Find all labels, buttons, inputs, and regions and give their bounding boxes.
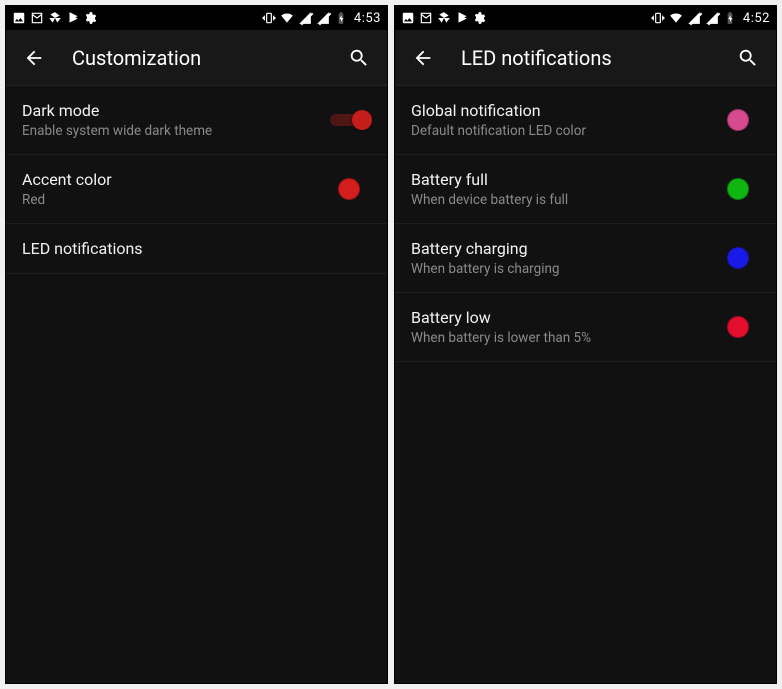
- clock: 4:53: [354, 11, 381, 26]
- switch-thumb: [352, 110, 372, 130]
- row-title: Accent color: [22, 170, 327, 189]
- vibrate-icon: [262, 11, 276, 25]
- row-dark-mode[interactable]: Dark mode Enable system wide dark theme: [6, 86, 387, 155]
- led-color-dot: [727, 247, 749, 269]
- back-button[interactable]: [14, 38, 54, 78]
- pinwheel-icon: [437, 11, 451, 25]
- play-store-icon: [66, 11, 80, 25]
- no-signal-2-icon: [705, 11, 719, 25]
- row-subtitle: When device battery is full: [411, 192, 716, 208]
- no-signal-1-icon: [687, 11, 701, 25]
- led-color-dot: [727, 178, 749, 200]
- row-accent-color[interactable]: Accent color Red: [6, 155, 387, 224]
- pinwheel-icon: [48, 11, 62, 25]
- screen-led-notifications: 4:52 LED notifications Global notificati…: [394, 5, 777, 684]
- no-signal-2-icon: [316, 11, 330, 25]
- screen-customization: 4:53 Customization Dark mode Enable syst…: [5, 5, 388, 684]
- gmail-icon: [30, 11, 44, 25]
- row-title: Battery charging: [411, 239, 716, 258]
- row-subtitle: When battery is charging: [411, 261, 716, 277]
- settings-list: Global notification Default notification…: [395, 86, 776, 683]
- row-subtitle: Enable system wide dark theme: [22, 123, 327, 139]
- status-bar: 4:53: [6, 6, 387, 30]
- row-battery-low[interactable]: Battery low When battery is lower than 5…: [395, 293, 776, 362]
- settings-list: Dark mode Enable system wide dark theme …: [6, 86, 387, 683]
- wifi-icon: [280, 11, 294, 25]
- page-title: LED notifications: [461, 46, 710, 70]
- no-signal-1-icon: [298, 11, 312, 25]
- row-led-notifications[interactable]: LED notifications: [6, 224, 387, 274]
- vibrate-icon: [651, 11, 665, 25]
- led-color-dot: [727, 316, 749, 338]
- action-bar: LED notifications: [395, 30, 776, 86]
- row-title: Global notification: [411, 101, 716, 120]
- wifi-icon: [669, 11, 683, 25]
- row-title: Battery full: [411, 170, 716, 189]
- row-subtitle: Default notification LED color: [411, 123, 716, 139]
- row-title: LED notifications: [22, 239, 371, 258]
- picture-icon: [12, 11, 26, 25]
- gmail-icon: [419, 11, 433, 25]
- row-subtitle: Red: [22, 192, 327, 208]
- search-button[interactable]: [339, 38, 379, 78]
- back-button[interactable]: [403, 38, 443, 78]
- battery-charging-icon: [723, 11, 737, 25]
- settings-small-icon: [473, 11, 487, 25]
- search-button[interactable]: [728, 38, 768, 78]
- clock: 4:52: [743, 11, 770, 26]
- dark-mode-switch[interactable]: [330, 110, 368, 130]
- row-subtitle: When battery is lower than 5%: [411, 330, 716, 346]
- row-title: Battery low: [411, 308, 716, 327]
- page-title: Customization: [72, 46, 321, 70]
- action-bar: Customization: [6, 30, 387, 86]
- accent-color-dot: [338, 178, 360, 200]
- row-battery-charging[interactable]: Battery charging When battery is chargin…: [395, 224, 776, 293]
- canvas: 4:53 Customization Dark mode Enable syst…: [0, 0, 782, 689]
- status-bar: 4:52: [395, 6, 776, 30]
- play-store-icon: [455, 11, 469, 25]
- settings-small-icon: [84, 11, 98, 25]
- row-global-notification[interactable]: Global notification Default notification…: [395, 86, 776, 155]
- picture-icon: [401, 11, 415, 25]
- battery-charging-icon: [334, 11, 348, 25]
- led-color-dot: [727, 109, 749, 131]
- row-battery-full[interactable]: Battery full When device battery is full: [395, 155, 776, 224]
- row-title: Dark mode: [22, 101, 327, 120]
